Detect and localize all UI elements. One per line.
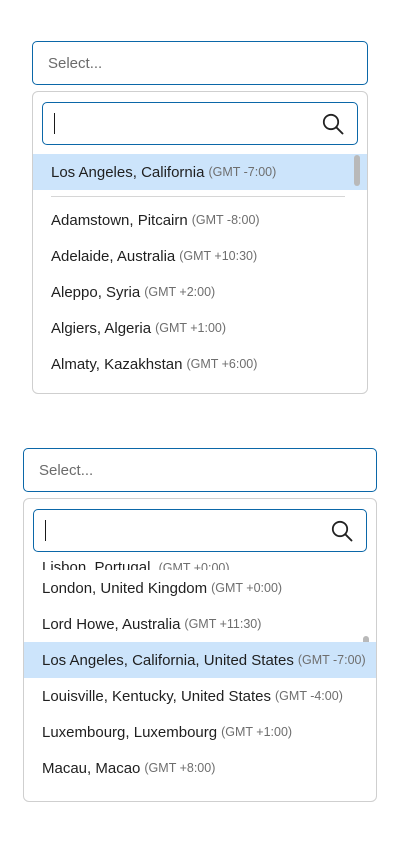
text-cursor [45, 520, 46, 541]
dropdown-panel: Lisbon, Portugal (GMT +0:00) London, Uni… [23, 498, 377, 802]
select-field[interactable]: Select... [23, 448, 377, 492]
option-city: Almaty, Kazakhstan [51, 355, 183, 373]
option-offset: (GMT -7:00) [208, 165, 277, 179]
option-city: Adelaide, Australia [51, 247, 176, 265]
option-city: Algiers, Algeria [51, 319, 152, 337]
option-city: London, United Kingdom [42, 579, 208, 597]
option-city: Macau, Macao [42, 759, 141, 777]
list-item[interactable]: Aleppo, Syria (GMT +2:00) [33, 274, 367, 310]
search-input[interactable] [33, 509, 367, 552]
option-offset: (GMT +0:00) [211, 581, 283, 595]
option-offset: (GMT -4:00) [275, 689, 343, 703]
dropdown-panel: Los Angeles, California (GMT -7:00) Adam… [32, 91, 368, 394]
search-input[interactable] [42, 102, 358, 145]
option-offset: (GMT +11:30) [184, 617, 262, 631]
option-city: Luxembourg, Luxembourg [42, 723, 218, 741]
list-item[interactable]: Adamstown, Pitcairn (GMT -8:00) [33, 202, 367, 238]
option-city: Los Angeles, California, United States [42, 651, 294, 669]
option-city: Lord Howe, Australia [42, 615, 181, 633]
list-item[interactable]: Louisville, Kentucky, United States (GMT… [24, 678, 376, 714]
scrollbar-thumb[interactable] [354, 155, 360, 186]
option-offset: (GMT +2:00) [144, 285, 216, 299]
list-item[interactable]: Luxembourg, Luxembourg (GMT +1:00) [24, 714, 376, 750]
option-city: Adamstown, Pitcairn [51, 211, 188, 229]
list-item[interactable]: Almaty, Kazakhstan (GMT +6:00) [33, 346, 367, 382]
list-item[interactable]: London, United Kingdom (GMT +0:00) [24, 570, 376, 606]
timezone-select-top: Select... Los Angeles, California (GMT -… [32, 41, 368, 394]
select-placeholder: Select... [39, 461, 94, 479]
option-offset: (GMT -8:00) [191, 213, 260, 227]
option-city: Louisville, Kentucky, United States [42, 687, 272, 705]
search-icon[interactable] [330, 519, 354, 543]
select-field[interactable]: Select... [32, 41, 368, 85]
timezone-select-bottom: Select... Lisbon, Portugal (GMT +0:00) L… [23, 448, 377, 802]
option-offset: (GMT +1:00) [221, 725, 293, 739]
option-offset: (GMT +10:30) [179, 249, 258, 263]
option-city: Los Angeles, California [51, 163, 205, 181]
option-city: Aleppo, Syria [51, 283, 141, 301]
list-item[interactable]: Algiers, Algeria (GMT +1:00) [33, 310, 367, 346]
select-placeholder: Select... [48, 54, 103, 72]
option-offset: (GMT +8:00) [144, 761, 216, 775]
list-item[interactable]: Adelaide, Australia (GMT +10:30) [33, 238, 367, 274]
list-item-selected[interactable]: Los Angeles, California (GMT -7:00) [33, 154, 367, 190]
search-icon[interactable] [321, 112, 345, 136]
list-item[interactable]: Macau, Macao (GMT +8:00) [24, 750, 376, 786]
options-list: Los Angeles, California (GMT -7:00) Adam… [33, 154, 367, 382]
list-item-selected[interactable]: Los Angeles, California, United States (… [24, 642, 376, 678]
list-item[interactable]: Lord Howe, Australia (GMT +11:30) [24, 606, 376, 642]
options-list: Lisbon, Portugal (GMT +0:00) London, Uni… [24, 546, 376, 786]
option-offset: (GMT +1:00) [155, 321, 227, 335]
option-offset: (GMT +0:00) [158, 561, 230, 570]
option-offset: (GMT +6:00) [186, 357, 258, 371]
divider [51, 195, 345, 197]
option-city: Lisbon, Portugal [42, 559, 151, 570]
option-offset: (GMT -7:00) [297, 653, 366, 667]
text-cursor [54, 113, 55, 134]
